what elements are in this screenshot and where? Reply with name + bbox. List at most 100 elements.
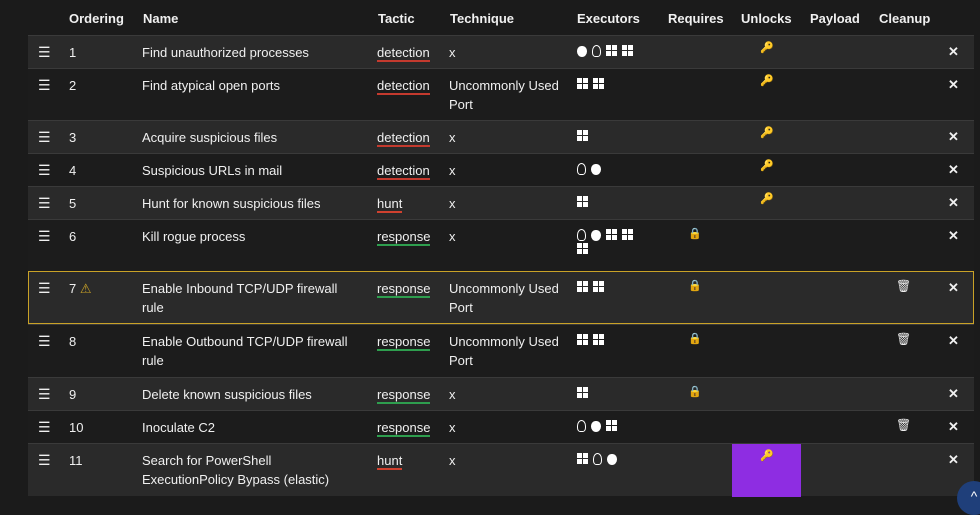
lock-icon: 🔒 xyxy=(688,333,702,345)
executors-list xyxy=(577,78,647,89)
technique-value: Uncommonly Used Port xyxy=(449,78,559,112)
header-executors[interactable]: Executors xyxy=(577,11,640,26)
linux-icon xyxy=(592,45,601,57)
header-tactic[interactable]: Tactic xyxy=(378,11,415,26)
drag-handle-icon[interactable]: ☰ xyxy=(38,76,51,95)
windows-icon xyxy=(577,334,588,345)
tactic-label: detection xyxy=(377,45,430,62)
trash-icon[interactable]: 🗑 xyxy=(896,333,911,345)
apple-icon xyxy=(577,46,587,57)
tactic-cell: response xyxy=(377,385,431,404)
trash-icon[interactable]: 🗑 xyxy=(896,419,911,431)
tactic-label: response xyxy=(377,334,431,351)
ordering-value: 10 xyxy=(69,420,84,435)
executors-list xyxy=(577,45,647,57)
chevron-up-icon: ^ xyxy=(970,488,978,504)
ordering-value: 9 xyxy=(69,387,77,402)
trash-icon[interactable]: 🗑 xyxy=(896,280,911,292)
executors-list xyxy=(577,281,647,292)
drag-handle-icon[interactable]: ☰ xyxy=(38,332,51,351)
technique-value: x xyxy=(449,387,456,402)
windows-icon xyxy=(577,130,588,141)
windows-icon xyxy=(577,243,588,254)
executors-list xyxy=(577,196,647,207)
windows-icon xyxy=(606,45,617,56)
drag-handle-icon[interactable]: ☰ xyxy=(38,451,51,470)
table-row: ☰ 1 Find unauthorized processes detection x 🔑… xyxy=(28,35,974,68)
lock-icon: 🔒 xyxy=(688,280,702,292)
windows-icon xyxy=(606,229,617,240)
executors-list xyxy=(577,130,647,141)
table-row: ☰ 10 Inoculate C2 response x 🗑 ✕ xyxy=(28,410,974,443)
executors-list xyxy=(577,334,647,345)
drag-handle-icon[interactable]: ☰ xyxy=(38,161,51,180)
drag-handle-icon[interactable]: ☰ xyxy=(38,128,51,147)
ability-name: Suspicious URLs in mail xyxy=(142,163,283,178)
tactic-cell: hunt xyxy=(377,194,403,213)
ability-name: Enable Inbound TCP/UDP firewall rule xyxy=(142,281,338,315)
header-unlocks[interactable]: Unlocks xyxy=(741,11,792,26)
ordering-value: 7 ⚠ xyxy=(69,281,92,296)
apple-icon xyxy=(607,454,617,465)
ability-name: Kill rogue process xyxy=(142,229,246,244)
remove-row-button[interactable]: ✕ xyxy=(948,42,959,61)
windows-icon xyxy=(577,281,588,292)
technique-value: x xyxy=(449,130,456,145)
windows-icon xyxy=(593,78,604,89)
tactic-label: response xyxy=(377,229,431,246)
remove-row-button[interactable]: ✕ xyxy=(948,278,959,297)
remove-row-button[interactable]: ✕ xyxy=(948,331,959,350)
drag-handle-icon[interactable]: ☰ xyxy=(38,227,51,246)
tactic-cell: response xyxy=(377,332,431,351)
ability-name: Acquire suspicious files xyxy=(142,130,278,145)
remove-row-button[interactable]: ✕ xyxy=(948,193,959,212)
linux-icon xyxy=(577,163,586,175)
table-row: ☰ 2 Find atypical open ports detection Uncom… xyxy=(28,68,974,120)
remove-row-button[interactable]: ✕ xyxy=(948,127,959,146)
windows-icon xyxy=(622,229,633,240)
remove-row-button[interactable]: ✕ xyxy=(948,384,959,403)
remove-row-button[interactable]: ✕ xyxy=(948,450,959,469)
technique-value: x xyxy=(449,420,456,435)
executors-list xyxy=(577,163,647,175)
remove-row-button[interactable]: ✕ xyxy=(948,75,959,94)
drag-handle-icon[interactable]: ☰ xyxy=(38,43,51,62)
drag-handle-icon[interactable]: ☰ xyxy=(38,279,51,298)
header-ordering[interactable]: Ordering xyxy=(69,11,124,26)
key-icon: 🔑 xyxy=(760,127,774,139)
drag-handle-icon[interactable]: ☰ xyxy=(38,418,51,437)
executors-list xyxy=(577,229,647,254)
ability-name: Delete known suspicious files xyxy=(142,387,312,402)
windows-icon xyxy=(577,387,588,398)
remove-row-button[interactable]: ✕ xyxy=(948,417,959,436)
header-cleanup[interactable]: Cleanup xyxy=(879,11,930,26)
remove-row-button[interactable]: ✕ xyxy=(948,160,959,179)
header-technique[interactable]: Technique xyxy=(450,11,514,26)
tactic-label: hunt xyxy=(377,453,403,470)
scroll-to-top-button[interactable]: ^ xyxy=(957,481,980,515)
tactic-label: detection xyxy=(377,130,430,147)
linux-icon xyxy=(593,453,602,465)
apple-icon xyxy=(591,164,601,175)
drag-handle-icon[interactable]: ☰ xyxy=(38,194,51,213)
table-row: ☰ 7 ⚠ Enable Inbound TCP/UDP firewall rule… xyxy=(28,271,974,324)
executors-list xyxy=(577,453,647,465)
tactic-cell: response xyxy=(377,418,431,437)
technique-value: x xyxy=(449,229,456,244)
ordering-value: 1 xyxy=(69,45,77,60)
technique-value: x xyxy=(449,453,456,468)
remove-row-button[interactable]: ✕ xyxy=(948,226,959,245)
key-icon: 🔑 xyxy=(760,75,774,87)
table-body: ☰ 1 Find unauthorized processes detection x 🔑… xyxy=(28,35,974,497)
tactic-cell: detection xyxy=(377,43,430,62)
abilities-table: Ordering Name Tactic Technique Executors… xyxy=(28,0,974,497)
header-name[interactable]: Name xyxy=(143,11,178,26)
ability-name: Enable Outbound TCP/UDP firewall rule xyxy=(142,334,348,368)
ordering-value: 3 xyxy=(69,130,77,145)
windows-icon xyxy=(577,453,588,464)
ordering-value: 8 xyxy=(69,334,77,349)
header-requires[interactable]: Requires xyxy=(668,11,724,26)
header-payload[interactable]: Payload xyxy=(810,11,860,26)
ordering-value: 2 xyxy=(69,78,77,93)
drag-handle-icon[interactable]: ☰ xyxy=(38,385,51,404)
